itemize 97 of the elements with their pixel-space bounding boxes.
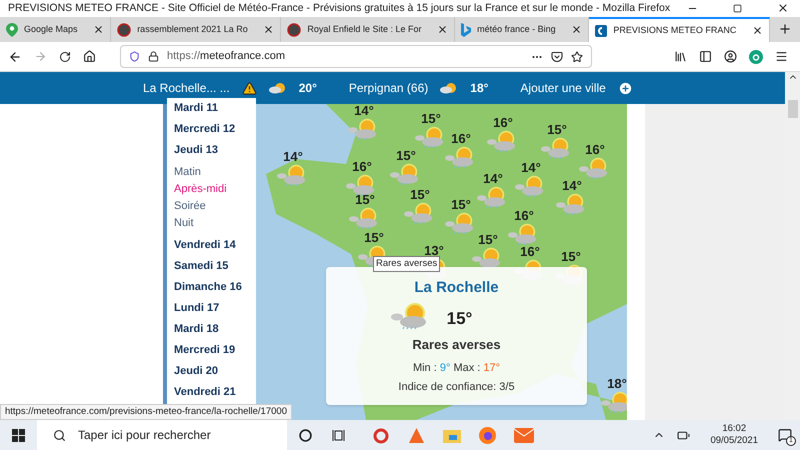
- map-temperature: 14°: [483, 172, 503, 186]
- map-temperature: 15°: [410, 188, 430, 202]
- back-icon[interactable]: [8, 50, 22, 64]
- map-temperature: 13°: [424, 244, 444, 258]
- brush-app-icon[interactable]: [373, 426, 390, 444]
- map-temperature: 16°: [520, 245, 540, 259]
- tab-close-icon[interactable]: [571, 24, 582, 35]
- tab-close-icon[interactable]: [437, 24, 448, 35]
- shield-icon: [129, 51, 140, 62]
- tooltip: Rares averses: [373, 256, 440, 272]
- firefox-logo-icon[interactable]: [479, 426, 496, 444]
- map-temperature: 16°: [451, 132, 471, 146]
- day-item[interactable]: Vendredi 21: [174, 382, 256, 403]
- folder-icon[interactable]: [443, 428, 461, 442]
- period-item[interactable]: Soirée: [174, 198, 256, 215]
- reload-icon[interactable]: [59, 50, 71, 62]
- tab-close-icon[interactable]: [752, 25, 764, 36]
- account-icon[interactable]: [724, 50, 737, 63]
- task-view-icon[interactable]: [332, 428, 345, 442]
- map-temperature: 16°: [514, 209, 534, 223]
- map-temperature: 15°: [451, 198, 471, 212]
- star-icon[interactable]: [571, 50, 583, 62]
- weather-icon: [268, 82, 287, 94]
- map-temperature: 15°: [396, 149, 416, 163]
- map-temperature: 16°: [493, 116, 513, 130]
- clock-time[interactable]: 16:02: [722, 423, 746, 435]
- map-temperature: 15°: [547, 123, 567, 137]
- notification-icon[interactable]: [778, 428, 792, 442]
- round-logo-icon: [117, 22, 132, 36]
- popup-city: La Rochelle: [414, 278, 499, 298]
- restore-icon[interactable]: [733, 4, 742, 13]
- address-bar[interactable]: https://meteofrance.com: [120, 45, 592, 68]
- sidebar-icon[interactable]: [699, 50, 712, 63]
- clock-date[interactable]: 09/05/2021: [710, 435, 758, 447]
- city-name[interactable]: La Rochelle... ...: [143, 79, 230, 97]
- tab-close-icon[interactable]: [263, 24, 274, 35]
- day-item[interactable]: Vendredi 14: [174, 235, 256, 256]
- day-item[interactable]: Dimanche 16: [174, 277, 256, 298]
- home-icon[interactable]: [83, 50, 96, 63]
- map-temperature: 15°: [561, 250, 581, 264]
- library-icon[interactable]: [674, 50, 687, 63]
- map-temperature: 14°: [283, 150, 303, 164]
- period-item[interactable]: Après-midi: [174, 181, 256, 198]
- day-item[interactable]: Mardi 18: [174, 319, 256, 340]
- window-title: PREVISIONS METEO FRANCE - Site Officiel de Météo-France - Prévisions gratuites à 15 jours sur la France et sur le monde - Mozilla Firefox: [8, 0, 670, 16]
- day-item[interactable]: Lundi 17: [174, 298, 256, 319]
- search-icon: [53, 428, 66, 442]
- day-item[interactable]: Jeudi 20: [174, 361, 256, 382]
- map-temperature: 15°: [421, 112, 441, 126]
- map-temperature: 16°: [585, 143, 605, 157]
- period-item[interactable]: Matin: [174, 164, 256, 181]
- windows-logo-icon[interactable]: [12, 428, 25, 442]
- map-pin-icon: [6, 22, 18, 36]
- mail-icon[interactable]: [514, 428, 534, 442]
- cortana-icon[interactable]: [299, 428, 312, 442]
- map-temperature: 18°: [607, 377, 627, 391]
- scrollbar[interactable]: [785, 72, 800, 420]
- map-temperature: 15°: [355, 193, 375, 207]
- confidence-text: Indice de confiance: 3/5: [398, 380, 515, 394]
- browser-tab[interactable]: PREVISIONS METEO FRANC: [589, 17, 770, 42]
- day-item[interactable]: Samedi 15: [174, 256, 256, 277]
- popup-temperature: 15°: [446, 308, 472, 330]
- search-field[interactable]: Taper ici pour rechercher: [37, 420, 287, 450]
- new-tab-icon[interactable]: [778, 22, 792, 36]
- add-icon[interactable]: [618, 80, 633, 96]
- min-max-text: Min : 9° Max : 17°: [412, 361, 500, 376]
- period-item[interactable]: Nuit: [174, 215, 256, 232]
- map-temperature: 16°: [352, 160, 372, 174]
- extension-icon[interactable]: [749, 50, 763, 64]
- close-icon[interactable]: [777, 2, 790, 14]
- day-item[interactable]: Mercredi 19: [174, 340, 256, 361]
- city-name[interactable]: Perpignan (66): [348, 79, 428, 97]
- b-logo-icon: [461, 22, 472, 36]
- round-logo-icon: [287, 22, 302, 36]
- map-temperature: 14°: [521, 161, 541, 175]
- add-city-link[interactable]: Ajouter une ville: [520, 79, 606, 97]
- day-item[interactable]: Jeudi 13: [174, 140, 256, 161]
- battery-icon[interactable]: [677, 428, 690, 442]
- weather-icon: [440, 82, 458, 94]
- day-item[interactable]: Mercredi 12: [174, 119, 256, 140]
- url-text: https://meteofrance.com: [167, 49, 286, 64]
- pocket-icon[interactable]: [551, 50, 563, 62]
- lock-icon: [148, 51, 159, 62]
- city-temperature: 18°: [470, 80, 488, 97]
- map-temperature: 14°: [562, 179, 582, 193]
- map-temperature: 15°: [478, 233, 498, 247]
- status-url: https://meteofrance.com/previsions-meteo-france/la-rochelle/17000: [0, 404, 292, 420]
- triangle-app-icon[interactable]: [408, 426, 425, 444]
- menu-icon[interactable]: [775, 50, 788, 63]
- popup-condition: Rares averses: [412, 336, 501, 354]
- city-temperature: 20°: [298, 80, 317, 97]
- map-temperature: 15°: [364, 231, 384, 245]
- square-logo-icon: [595, 24, 608, 36]
- day-item[interactable]: Mardi 11: [174, 98, 256, 119]
- tab-close-icon[interactable]: [93, 24, 104, 35]
- scroll-thumb[interactable]: [788, 100, 798, 118]
- map-temperature: 14°: [354, 104, 374, 118]
